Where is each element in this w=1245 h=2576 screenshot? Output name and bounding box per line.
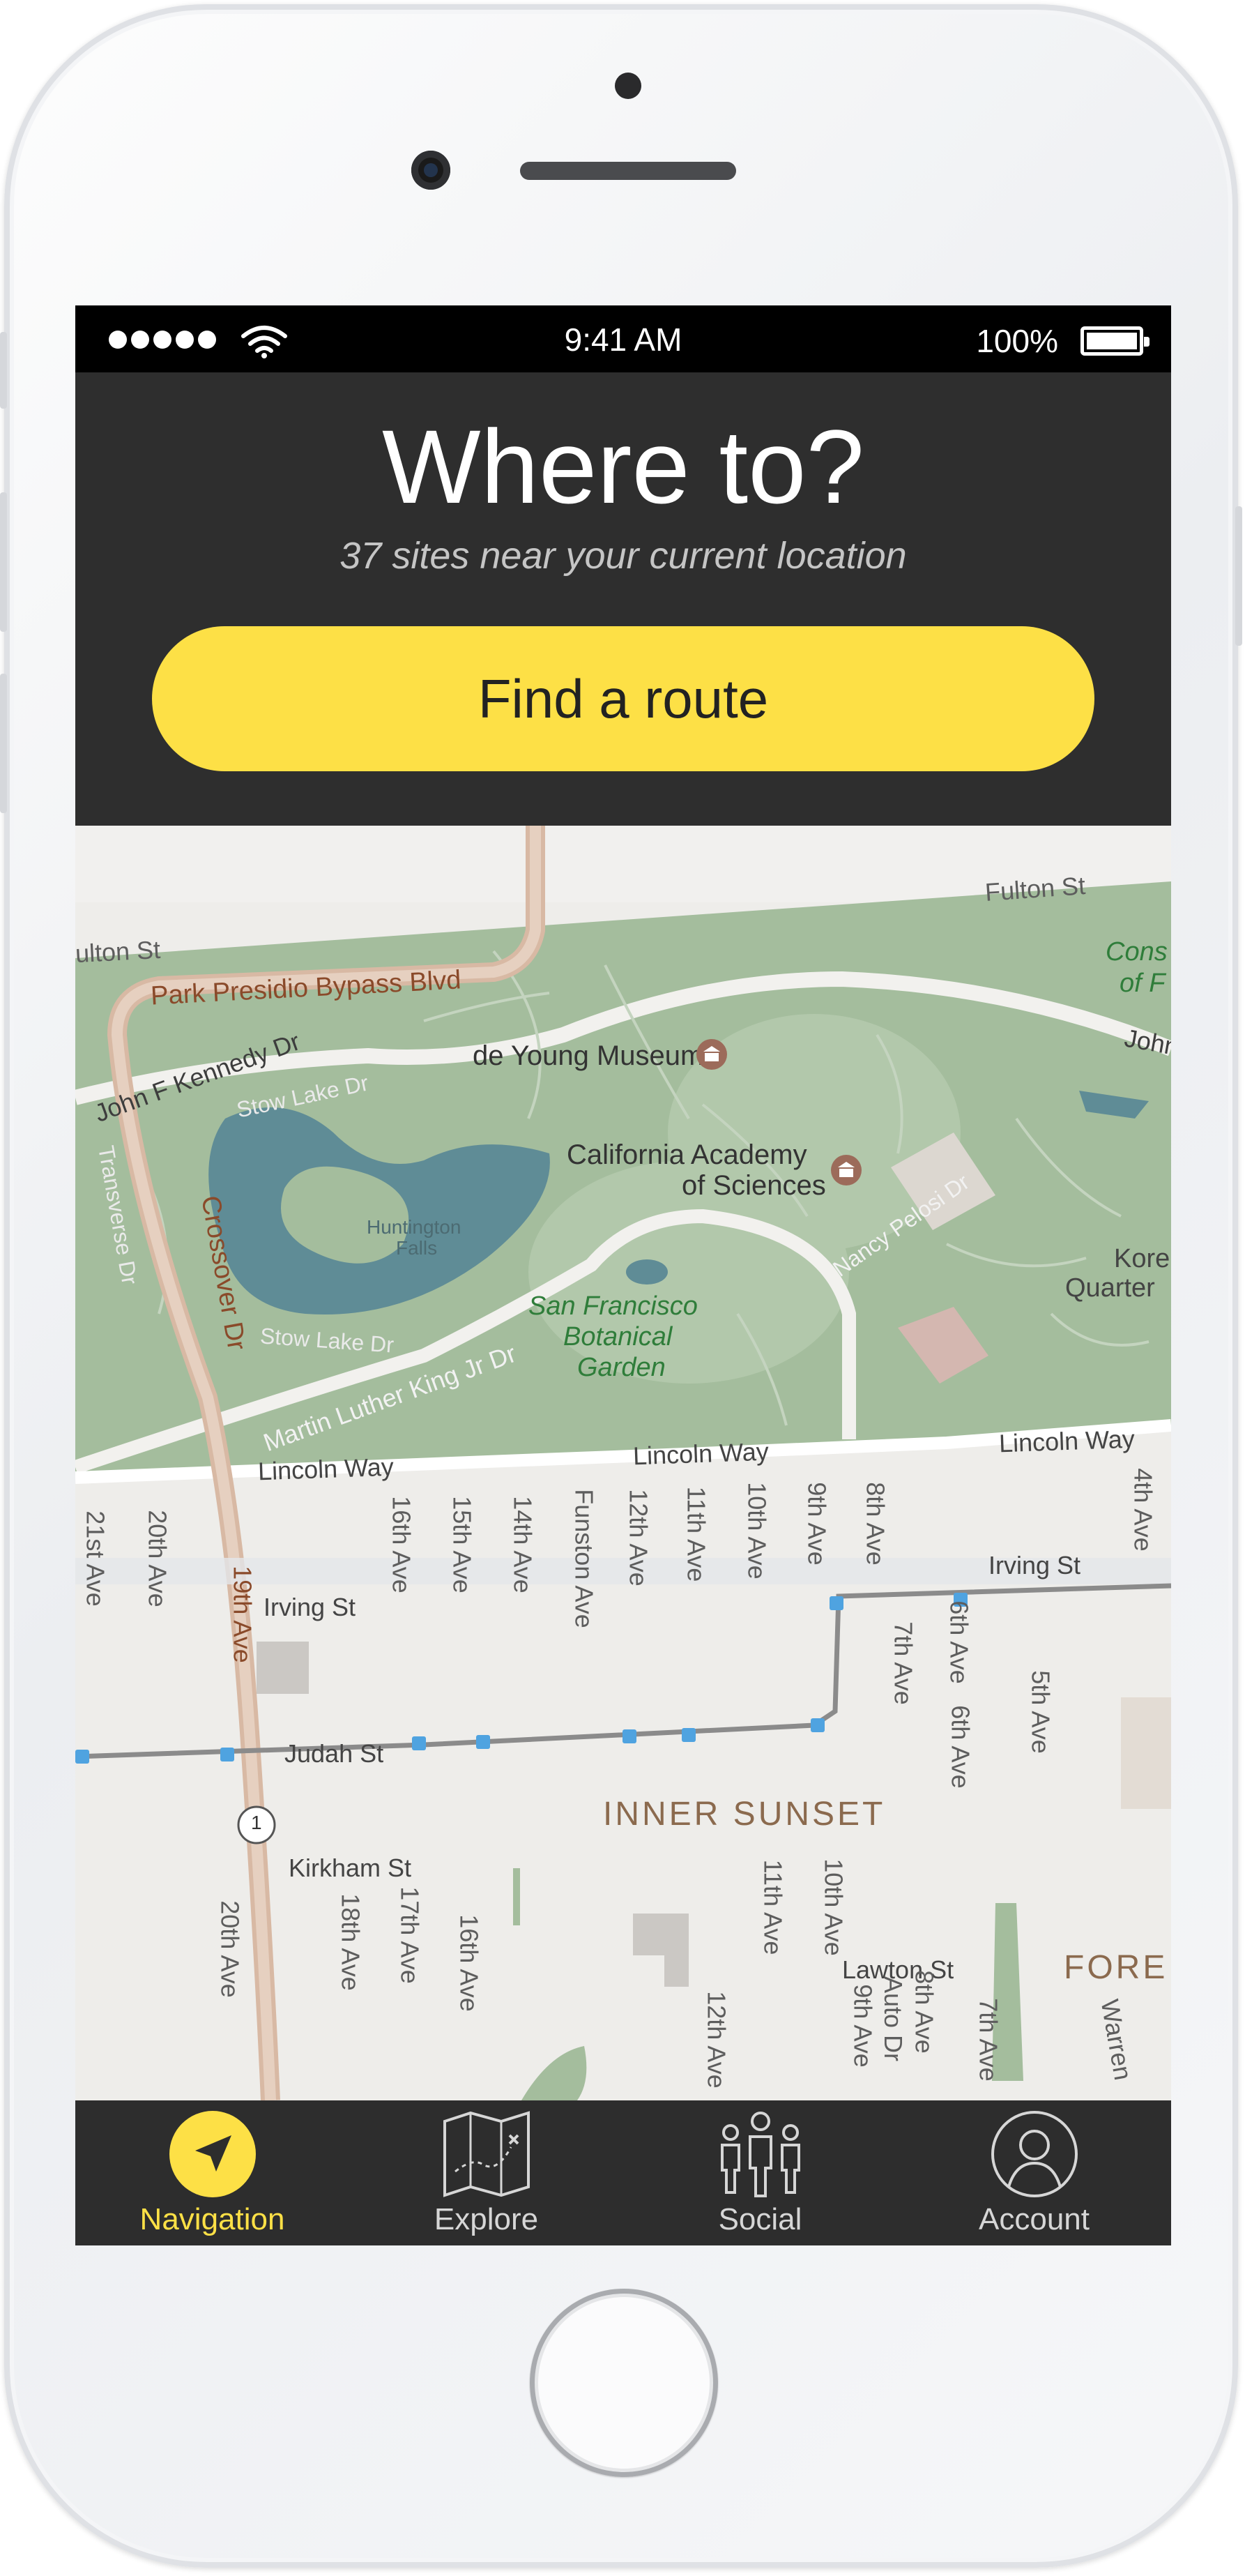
map-label-17th-ave: 17th Ave [395, 1886, 425, 1984]
map-label-4th-ave: 4th Ave [1129, 1468, 1158, 1552]
map-label-botanical-2: Botanical [563, 1322, 673, 1351]
tab-explore[interactable]: Explore [349, 2100, 623, 2245]
map-label-irving-st-2: Irving St [988, 1551, 1081, 1579]
map-label-lincoln-way-3: Lincoln Way [998, 1424, 1136, 1458]
map-label-8th-ave-b: 8th Ave [910, 1970, 939, 2054]
map-label-6th-ave-a: 6th Ave [945, 1600, 974, 1684]
proximity-sensor [615, 73, 641, 99]
tab-account-label: Account [979, 2202, 1090, 2236]
map-label-de-young: de Young Museum [473, 1040, 704, 1071]
front-camera [411, 151, 450, 190]
map-label-kirkham-st: Kirkham St [289, 1854, 412, 1882]
map-label-12th-ave-b: 12th Ave [702, 1991, 731, 2089]
battery-icon [1080, 326, 1149, 356]
map-label-cal-academy-2: of Sciences [682, 1170, 826, 1201]
volume-up-button [0, 492, 7, 632]
map-label-10th-ave: 10th Ave [742, 1482, 772, 1579]
power-button [1235, 506, 1242, 646]
tab-social-label: Social [718, 2202, 802, 2236]
earpiece-speaker [520, 162, 736, 180]
find-route-button[interactable]: Find a route [152, 626, 1094, 771]
status-bar: 9:41 AM 100% [75, 305, 1171, 372]
battery-percent: 100% [976, 323, 1058, 359]
mute-switch [0, 332, 7, 409]
tab-account[interactable]: Account [897, 2100, 1171, 2245]
map-label-7th-ave-b: 7th Ave [974, 1998, 1003, 2082]
map-label-botanical-3: Garden [577, 1353, 666, 1382]
map-label-21st-ave: 21st Ave [81, 1510, 110, 1607]
volume-down-button [0, 674, 7, 813]
navigation-arrow-icon [169, 2111, 256, 2197]
map-label-5th-ave: 5th Ave [1026, 1670, 1055, 1754]
map-label-11th-ave: 11th Ave [682, 1486, 711, 1582]
page-title: Where to? [382, 408, 864, 525]
map-label-10th-ave-b: 10th Ave [819, 1858, 848, 1956]
map-label-19th-ave: 19th Ave [228, 1566, 257, 1663]
map-label-8th-ave: 8th Ave [861, 1482, 890, 1566]
map-label-9th-ave: 9th Ave [802, 1482, 832, 1566]
map-label-9th-ave-b: 9th Ave [848, 1984, 878, 2068]
tab-explore-label: Explore [434, 2202, 539, 2236]
treasure-map-icon [443, 2111, 530, 2197]
map-label-huntington-2: Falls [396, 1237, 438, 1259]
map-label-lincoln-way-1: Lincoln Way [257, 1452, 395, 1486]
tab-navigation-label: Navigation [139, 2202, 285, 2236]
home-button[interactable] [530, 2289, 718, 2477]
map-label-20th-ave-b: 20th Ave [215, 1900, 245, 1998]
map-label-7th-ave: 7th Ave [889, 1621, 918, 1705]
map-label-lincoln-way-2: Lincoln Way [632, 1437, 770, 1471]
user-circle-icon [991, 2111, 1078, 2197]
map-label-cons-1: Cons [1106, 937, 1168, 967]
map-view[interactable]: Fulton St ulton St Park Presidio Bypass … [75, 826, 1171, 2100]
museum-icon[interactable] [694, 1036, 730, 1073]
tab-bar: Navigation Explore Social Account [75, 2100, 1171, 2245]
map-label-route-1: 1 [251, 1812, 262, 1833]
header: Where to? 37 sites near your current loc… [75, 372, 1171, 826]
academy-icon[interactable] [828, 1152, 864, 1188]
map-label-korean-1: Kore [1114, 1244, 1170, 1273]
map-label-irving-st-1: Irving St [263, 1593, 356, 1621]
map-label-6th-ave-b: 6th Ave [946, 1705, 975, 1789]
map-label-18th-ave: 18th Ave [336, 1893, 365, 1991]
map-label-20th-ave: 20th Ave [143, 1510, 172, 1607]
map-label-huntington-1: Huntington [367, 1216, 461, 1238]
map-label-11th-ave-b: 11th Ave [758, 1859, 788, 1955]
map-label-14th-ave: 14th Ave [508, 1496, 537, 1593]
map-label-fulton-st-left: ulton St [75, 934, 162, 969]
phone-screen: 9:41 AM 100% Where to? 37 sites near you… [75, 305, 1171, 2245]
nearby-sites-subtitle: 37 sites near your current location [339, 535, 907, 577]
map-label-funston-ave: Funston Ave [570, 1489, 599, 1628]
map-label-16th-ave-b: 16th Ave [455, 1914, 484, 2012]
map-label-inner-sunset: INNER SUNSET [603, 1796, 886, 1833]
map-label-15th-ave: 15th Ave [448, 1496, 477, 1593]
map-label-korean-2: Quarter [1065, 1273, 1155, 1303]
tab-social[interactable]: Social [623, 2100, 897, 2245]
map-label-auto-dr: Auto Dr [879, 1976, 908, 2062]
map-label-12th-ave: 12th Ave [624, 1489, 653, 1586]
map-label-cal-academy-1: California Academy [567, 1139, 807, 1170]
map-label-forest: FORE [1064, 1949, 1168, 1986]
map-label-16th-ave: 16th Ave [387, 1496, 416, 1593]
tab-navigation[interactable]: Navigation [75, 2100, 349, 2245]
map-label-botanical-1: San Francisco [528, 1291, 698, 1321]
map-label-judah-st: Judah St [284, 1739, 384, 1768]
map-label-cons-2: of F [1120, 969, 1166, 998]
people-group-icon [721, 2112, 800, 2197]
